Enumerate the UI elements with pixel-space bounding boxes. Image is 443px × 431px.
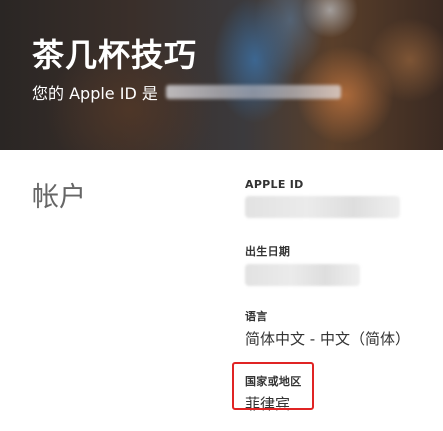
birth-date-field: 出生日期 <box>245 243 360 286</box>
birth-date-label: 出生日期 <box>245 245 291 258</box>
apple-id-subtitle-text: 您的 Apple ID 是 <box>32 84 158 103</box>
apple-id-redacted <box>165 85 341 99</box>
account-section-title: 帐户 <box>32 182 86 213</box>
language-label: 语言 <box>245 310 268 323</box>
apple-id-value-redacted <box>245 196 400 218</box>
account-header-banner: 茶几杯技巧 您的 Apple ID 是 <box>0 0 443 150</box>
account-name-title: 茶几杯技巧 <box>32 36 198 74</box>
apple-id-label: APPLE ID <box>245 178 304 191</box>
language-value: 简体中文 - 中文（简体） <box>245 330 410 348</box>
language-field: 语言 简体中文 - 中文（简体） <box>245 308 410 349</box>
apple-id-subtitle: 您的 Apple ID 是 <box>32 80 341 104</box>
country-highlight-box <box>232 362 314 410</box>
birth-date-value-redacted <box>245 264 360 286</box>
apple-id-field: APPLE ID <box>245 178 400 218</box>
